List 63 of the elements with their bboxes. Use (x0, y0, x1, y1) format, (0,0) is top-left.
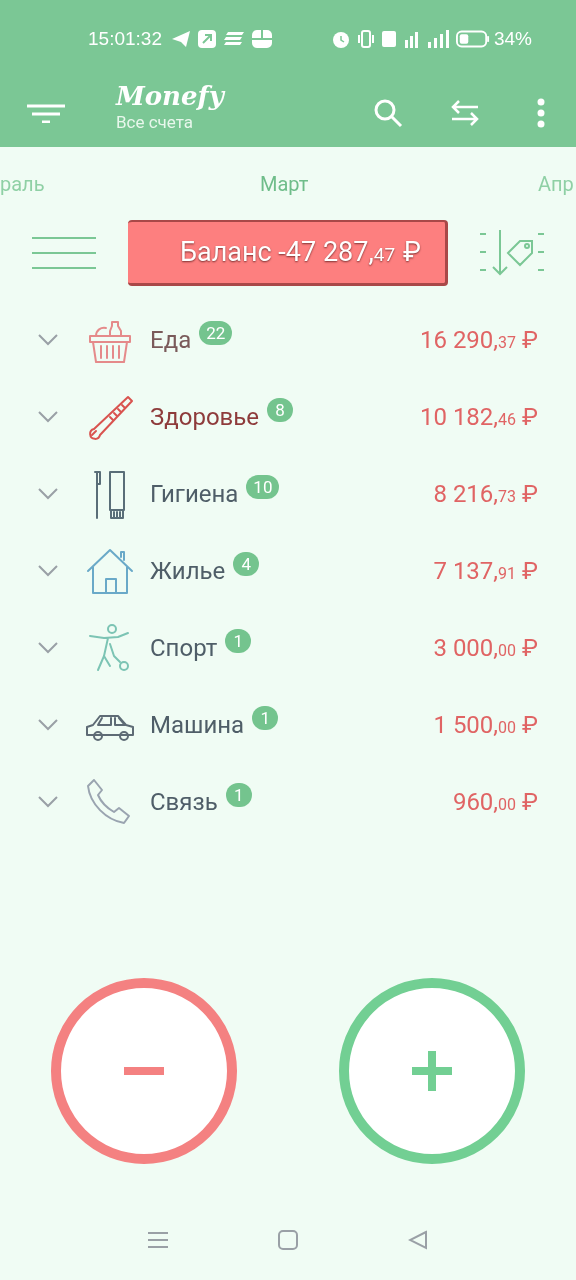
count-badge: 4 (233, 551, 260, 576)
paper-plane-icon (171, 31, 190, 47)
category-name[interactable]: Спорт (150, 629, 218, 666)
category-name[interactable]: Связь (150, 783, 218, 820)
sort-button[interactable] (480, 228, 544, 278)
more-button[interactable] (536, 97, 546, 128)
alarm-icon (331, 30, 350, 48)
chevron-down-icon (38, 795, 58, 808)
category-name[interactable]: Гигиена (150, 475, 239, 512)
expand-chevron-button[interactable] (38, 410, 58, 423)
chevron-down-icon (38, 564, 58, 577)
chevron-down-icon (38, 487, 58, 500)
recent-apps-icon[interactable] (148, 1231, 168, 1249)
count-badge: 1 (225, 782, 252, 807)
more-icon (536, 97, 546, 128)
price-tag-sort-icon (480, 228, 544, 278)
category-amount: 8 216,73 ₽ (433, 478, 538, 510)
transfer-icon (450, 97, 480, 128)
app-logo: Monefy (116, 79, 224, 112)
app-notification-icon (251, 30, 272, 48)
search-button[interactable] (373, 97, 403, 128)
signal-icon (427, 30, 450, 48)
status-time: 15:01:32 (88, 26, 162, 51)
expand-chevron-button[interactable] (38, 718, 58, 731)
category-name[interactable]: Здоровье (150, 398, 260, 435)
category-amount: 3 000,00 ₽ (433, 632, 538, 664)
expand-chevron-button[interactable] (38, 795, 58, 808)
expand-chevron-button[interactable] (38, 333, 58, 346)
count-badge: 1 (225, 628, 252, 653)
category-name[interactable]: Жилье (150, 552, 226, 589)
chevron-down-icon (38, 333, 58, 346)
expand-chevron-button[interactable] (38, 564, 58, 577)
filter-icon (26, 102, 66, 123)
category-amount: 10 182,46 ₽ (419, 401, 538, 433)
menu-button[interactable] (32, 236, 96, 270)
expand-chevron-button[interactable] (38, 641, 58, 654)
home-icon[interactable] (278, 1230, 298, 1250)
chevron-down-icon (38, 718, 58, 731)
category-amount: 1 500,00 ₽ (433, 709, 538, 741)
category-amount: 16 290,37 ₽ (419, 324, 538, 356)
count-badge: 10 (246, 474, 280, 499)
count-badge: 8 (267, 397, 294, 422)
search-icon (373, 97, 403, 128)
menu-icon (32, 236, 96, 270)
stripes-icon (223, 32, 244, 46)
category-name[interactable]: Машина (150, 706, 245, 743)
chevron-down-icon (38, 641, 58, 654)
minus-icon (124, 1067, 164, 1075)
chevron-down-icon (38, 410, 58, 423)
transfer-button[interactable] (450, 97, 480, 128)
count-badge: 22 (199, 320, 233, 345)
expand-chevron-button[interactable] (38, 487, 58, 500)
vibrate-icon (357, 30, 374, 48)
battery-percent: 34% (493, 26, 532, 51)
back-icon[interactable] (408, 1230, 428, 1250)
category-amount: 7 137,91 ₽ (433, 555, 538, 587)
arrow-square-icon (197, 30, 216, 48)
signal-4g-icon (403, 30, 420, 48)
category-name[interactable]: Еда (150, 321, 192, 358)
category-amount: 960,00 ₽ (452, 786, 538, 818)
plus-icon (412, 1051, 452, 1091)
battery-icon (455, 30, 490, 48)
count-badge: 1 (252, 705, 279, 730)
